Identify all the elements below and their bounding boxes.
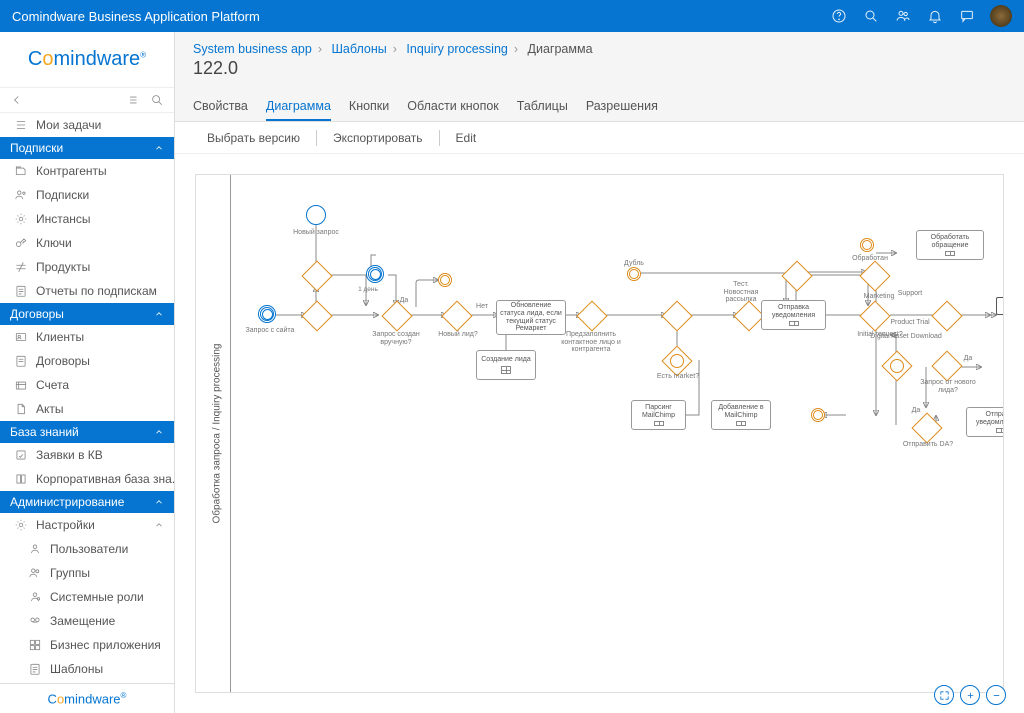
- edge-label: Да: [394, 297, 414, 305]
- sidebar-item[interactable]: Бизнес приложения: [0, 633, 174, 657]
- edge-label: Digital Asset Download: [866, 333, 946, 341]
- node-label: Запрос от нового лида?: [918, 379, 978, 394]
- sidebar-tools: [0, 87, 174, 113]
- sidebar-item[interactable]: Счета: [0, 373, 174, 397]
- edge-label: Нет: [472, 303, 492, 311]
- tab-tables[interactable]: Таблицы: [517, 93, 568, 121]
- crumb-link[interactable]: Шаблоны: [331, 42, 386, 56]
- sidebar-item[interactable]: Корпоративная база зна...: [0, 467, 174, 491]
- sidebar-item[interactable]: Акты: [0, 397, 174, 421]
- footer-logo: Comindware®: [0, 683, 174, 713]
- back-icon[interactable]: [10, 93, 24, 107]
- topbar: Comindware Business Application Platform: [0, 0, 1024, 32]
- node-label: Есть market?: [648, 373, 708, 381]
- edge-label: Да: [958, 355, 978, 363]
- task[interactable]: Отправка уведомления: [761, 300, 826, 330]
- workpane: Выбрать версию Экспортировать Edit Обраб…: [175, 122, 1024, 713]
- avatar[interactable]: [990, 5, 1012, 27]
- intermediate-event[interactable]: [627, 267, 641, 281]
- sidebar-item[interactable]: Продукты: [0, 255, 174, 279]
- node-label: Обработан: [840, 255, 900, 263]
- node-label: Запрос создан вручную?: [366, 331, 426, 346]
- zoom-in-icon[interactable]: [960, 685, 980, 705]
- list-toggle-icon[interactable]: [126, 93, 140, 107]
- intermediate-event[interactable]: [811, 408, 825, 422]
- tab-properties[interactable]: Свойства: [193, 93, 248, 121]
- lane-label: Обработка запроса / Inquiry processing: [206, 175, 228, 692]
- edge-label: Да: [906, 407, 926, 415]
- start-event-message[interactable]: [258, 305, 276, 323]
- task[interactable]: Обновление статуса лида, если текущий ст…: [496, 300, 566, 335]
- sidebar-item[interactable]: Шаблоны: [0, 657, 174, 681]
- task[interactable]: Обработать обращение: [916, 230, 984, 260]
- action-row: Выбрать версию Экспортировать Edit: [175, 122, 1024, 154]
- search-icon[interactable]: [862, 7, 880, 25]
- tab-diagram[interactable]: Диаграмма: [266, 93, 331, 121]
- edge-label: Product Trial: [880, 319, 940, 327]
- task[interactable]: Отправка уведомления D: [966, 407, 1004, 437]
- sidebar-group-kb[interactable]: База знаний: [0, 421, 174, 443]
- breadcrumb: System business app› Шаблоны› Inquiry pr…: [193, 42, 1006, 56]
- node-label: Новый лид?: [428, 331, 488, 339]
- logo: Comindware®: [0, 32, 174, 87]
- start-event[interactable]: [306, 205, 326, 225]
- intermediate-event[interactable]: [438, 273, 452, 287]
- sidebar-group-contracts[interactable]: Договоры: [0, 303, 174, 325]
- sidebar-item[interactable]: Отчеты по подпискам: [0, 279, 174, 303]
- node-label: Запрос с сайта: [240, 327, 300, 335]
- timer-event[interactable]: [366, 265, 384, 283]
- tab-button-areas[interactable]: Области кнопок: [407, 93, 499, 121]
- node-label: Дубль: [614, 260, 654, 268]
- export-button[interactable]: Экспортировать: [319, 127, 437, 149]
- app-title: Comindware Business Application Platform: [12, 9, 830, 24]
- intermediate-event[interactable]: [860, 238, 874, 252]
- sidebar-settings[interactable]: Настройки: [0, 513, 174, 537]
- sidebar-item[interactable]: Группы: [0, 561, 174, 585]
- page-title: 122.0: [193, 58, 1006, 79]
- node-label: 1 день: [348, 286, 388, 293]
- task[interactable]: Парсинг MailChimp: [631, 400, 686, 430]
- sidebar-item[interactable]: Замещение: [0, 609, 174, 633]
- bell-icon[interactable]: [926, 7, 944, 25]
- node-label: Новый запрос: [286, 229, 346, 237]
- sidebar-group-subscriptions[interactable]: Подписки: [0, 137, 174, 159]
- sidebar-item[interactable]: Системные роли: [0, 585, 174, 609]
- sidebar-item[interactable]: Ключи: [0, 231, 174, 255]
- sidebar-item[interactable]: Пользователи: [0, 537, 174, 561]
- fit-icon[interactable]: [934, 685, 954, 705]
- tab-buttons[interactable]: Кнопки: [349, 93, 389, 121]
- node-label: Отправить DA?: [898, 441, 958, 449]
- sidebar-item[interactable]: Контрагенты: [0, 159, 174, 183]
- crumb-current: Диаграмма: [528, 42, 593, 56]
- task[interactable]: Создание лида: [476, 350, 536, 380]
- sidebar-item[interactable]: Подписки: [0, 183, 174, 207]
- tab-permissions[interactable]: Разрешения: [586, 93, 658, 121]
- task[interactable]: Добавление в MailChimp: [711, 400, 771, 430]
- sidebar-my-tasks[interactable]: Мои задачи: [0, 113, 174, 137]
- sidebar-search-icon[interactable]: [150, 93, 164, 107]
- crumb-link[interactable]: Inquiry processing: [406, 42, 507, 56]
- content: System business app› Шаблоны› Inquiry pr…: [175, 32, 1024, 713]
- users-icon[interactable]: [894, 7, 912, 25]
- sidebar-group-admin[interactable]: Администрирование: [0, 491, 174, 513]
- diagram-controls: [934, 685, 1006, 705]
- zoom-out-icon[interactable]: [986, 685, 1006, 705]
- edge-label: Support: [890, 290, 930, 298]
- sidebar-item[interactable]: Договоры: [0, 349, 174, 373]
- choose-version-button[interactable]: Выбрать версию: [193, 127, 314, 149]
- crumb-link[interactable]: System business app: [193, 42, 312, 56]
- diagram-canvas[interactable]: Обработка запроса / Inquiry processing: [195, 174, 1004, 693]
- node-label: Тест. Новостная рассылка: [721, 281, 761, 304]
- sidebar: Comindware® Мои задачи Подписки Контраге…: [0, 32, 175, 713]
- help-icon[interactable]: [830, 7, 848, 25]
- tabbar: Свойства Диаграмма Кнопки Области кнопок…: [175, 93, 1024, 122]
- sidebar-item[interactable]: Заявки в КВ: [0, 443, 174, 467]
- edit-button[interactable]: Edit: [442, 127, 491, 149]
- chat-icon[interactable]: [958, 7, 976, 25]
- sidebar-item[interactable]: Инстансы: [0, 207, 174, 231]
- user-task[interactable]: [996, 297, 1004, 315]
- node-label: Предзаполнить контактное лицо и контраге…: [561, 331, 621, 354]
- flow-lines: [236, 175, 1003, 692]
- sidebar-item[interactable]: Клиенты: [0, 325, 174, 349]
